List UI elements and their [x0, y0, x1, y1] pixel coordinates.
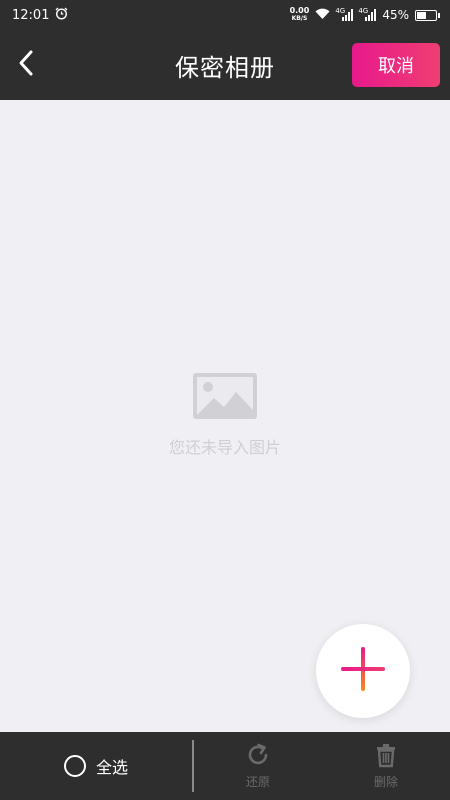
photo-grid-area: 您还未导入图片: [0, 100, 450, 732]
status-left: 12:01: [12, 7, 68, 24]
cancel-button[interactable]: 取消: [352, 43, 440, 87]
net-speed-unit: KB/S: [291, 15, 308, 22]
empty-message: 您还未导入图片: [168, 438, 281, 457]
refresh-icon: [245, 742, 271, 771]
signal-tag: 4G: [335, 7, 346, 15]
restore-button[interactable]: 还原: [194, 732, 322, 800]
bottom-toolbar: 全选 还原 删除: [0, 732, 450, 800]
status-time: 12:01: [12, 7, 50, 23]
alarm-icon: [55, 7, 68, 24]
empty-state: 您还未导入图片: [0, 372, 450, 458]
battery-percent: 45%: [382, 8, 409, 22]
delete-button[interactable]: 删除: [322, 732, 450, 800]
chevron-left-icon: [16, 49, 36, 81]
battery-cap: [438, 12, 440, 18]
restore-label: 还原: [245, 775, 270, 789]
page-title: 保密相册: [175, 53, 275, 82]
image-placeholder-icon: [192, 372, 258, 424]
status-bar: 12:01 0.00 KB/S 4G 4G 45%: [0, 0, 450, 30]
select-all-label: 全选: [95, 758, 128, 777]
battery-body: [415, 9, 437, 21]
net-speed: 0.00 KB/S: [290, 7, 310, 23]
signal-tag: 4G: [358, 7, 369, 15]
signal-icon: 4G: [358, 7, 377, 21]
battery-icon: [415, 9, 440, 21]
trash-icon: [373, 742, 399, 771]
plus-icon: [339, 645, 387, 697]
wifi-icon: [315, 8, 330, 23]
select-all-button[interactable]: 全选: [0, 732, 192, 800]
battery-fill: [417, 11, 426, 19]
status-right: 0.00 KB/S 4G 4G 45%: [290, 7, 440, 23]
back-button[interactable]: [6, 45, 46, 85]
nav-bar: 保密相册 取消: [0, 30, 450, 100]
net-speed-value: 0.00: [289, 6, 310, 15]
delete-label: 删除: [373, 775, 398, 789]
signal-icon: 4G: [335, 7, 354, 21]
add-photo-button[interactable]: [316, 624, 410, 718]
select-all-radio[interactable]: [63, 755, 86, 777]
